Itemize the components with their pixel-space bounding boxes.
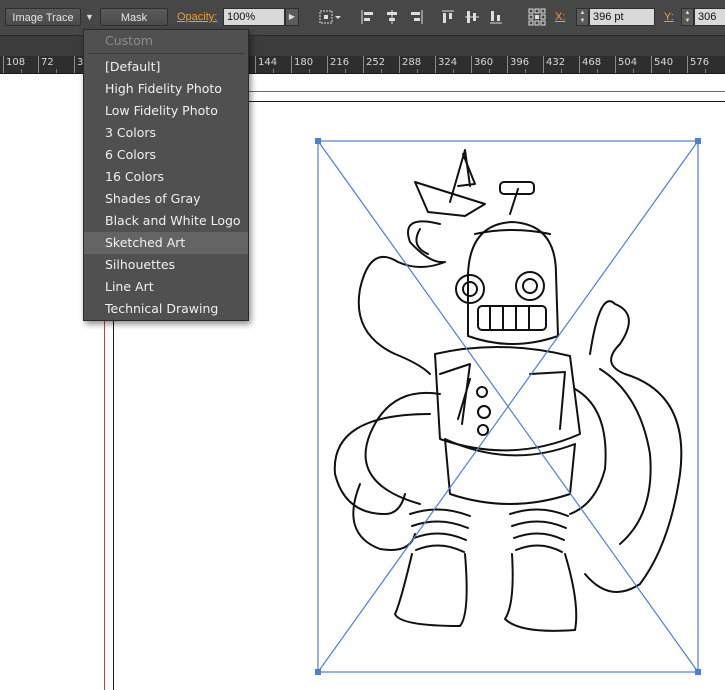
menu-item-6-colors[interactable]: 6 Colors bbox=[84, 144, 248, 166]
ruler-label: 396 bbox=[510, 57, 530, 68]
ruler-label: 288 bbox=[402, 57, 422, 68]
x-field[interactable]: 396 pt bbox=[589, 8, 655, 26]
align-top-icon[interactable] bbox=[440, 8, 456, 26]
menu-item-custom: Custom bbox=[105, 33, 153, 48]
resize-handle[interactable] bbox=[315, 138, 321, 144]
opacity-arrow-icon[interactable]: ▶ bbox=[285, 8, 299, 26]
opacity-field[interactable]: 100% bbox=[223, 8, 285, 26]
resize-handle[interactable] bbox=[695, 138, 701, 144]
ruler-label: 180 bbox=[294, 57, 314, 68]
menu-item-technical-drawing[interactable]: Technical Drawing bbox=[84, 298, 248, 320]
y-field[interactable]: 306 bbox=[694, 8, 725, 26]
menu-item-3-colors[interactable]: 3 Colors bbox=[84, 122, 248, 144]
menu-item-black-and-white-logo[interactable]: Black and White Logo bbox=[84, 210, 248, 232]
ruler-label: 216 bbox=[330, 57, 350, 68]
ruler-label: 576 bbox=[690, 57, 710, 68]
align-horizontal-center-icon[interactable] bbox=[384, 8, 400, 26]
menu-item-16-colors[interactable]: 16 Colors bbox=[84, 166, 248, 188]
align-right-icon[interactable] bbox=[408, 8, 424, 26]
menu-separator bbox=[88, 53, 244, 54]
ruler-label: 540 bbox=[654, 57, 674, 68]
ruler-label: 504 bbox=[618, 57, 638, 68]
resize-handle[interactable] bbox=[695, 669, 701, 675]
ruler-label: 360 bbox=[474, 57, 494, 68]
ruler-label: 324 bbox=[438, 57, 458, 68]
ruler-label: 144 bbox=[258, 57, 278, 68]
mask-button[interactable]: Mask bbox=[100, 8, 168, 26]
align-to-icon[interactable] bbox=[318, 8, 342, 26]
ruler-label: 72 bbox=[41, 57, 54, 68]
menu-item-line-art[interactable]: Line Art bbox=[84, 276, 248, 298]
align-vertical-center-icon[interactable] bbox=[464, 8, 480, 26]
opacity-label[interactable]: Opacity: bbox=[177, 11, 217, 23]
menu-item-shades-of-gray[interactable]: Shades of Gray bbox=[84, 188, 248, 210]
ruler-label: 108 bbox=[6, 57, 26, 68]
image-trace-button[interactable]: Image Trace bbox=[5, 8, 81, 26]
reference-point-icon[interactable] bbox=[527, 8, 547, 26]
x-stepper-icon[interactable]: ▲ ▼ bbox=[576, 8, 589, 26]
image-trace-preset-menu[interactable]: Custom [Default] High Fidelity Photo Low… bbox=[83, 29, 249, 321]
align-bottom-icon[interactable] bbox=[488, 8, 504, 26]
align-left-icon[interactable] bbox=[360, 8, 376, 26]
menu-item-silhouettes[interactable]: Silhouettes bbox=[84, 254, 248, 276]
ruler-label: 468 bbox=[582, 57, 602, 68]
x-label[interactable]: X: bbox=[555, 11, 565, 23]
y-stepper-icon[interactable]: ▲ ▼ bbox=[681, 8, 694, 26]
menu-item-default[interactable]: [Default] bbox=[84, 56, 248, 78]
ruler-label: 252 bbox=[366, 57, 386, 68]
menu-item-sketched-art[interactable]: Sketched Art bbox=[84, 232, 248, 254]
preset-dropdown-arrow-icon[interactable]: ▼ bbox=[85, 12, 94, 22]
y-label[interactable]: Y: bbox=[664, 11, 674, 23]
ruler-label: 432 bbox=[546, 57, 566, 68]
resize-handle[interactable] bbox=[315, 669, 321, 675]
menu-item-low-fidelity-photo[interactable]: Low Fidelity Photo bbox=[84, 100, 248, 122]
menu-item-high-fidelity-photo[interactable]: High Fidelity Photo bbox=[84, 78, 248, 100]
